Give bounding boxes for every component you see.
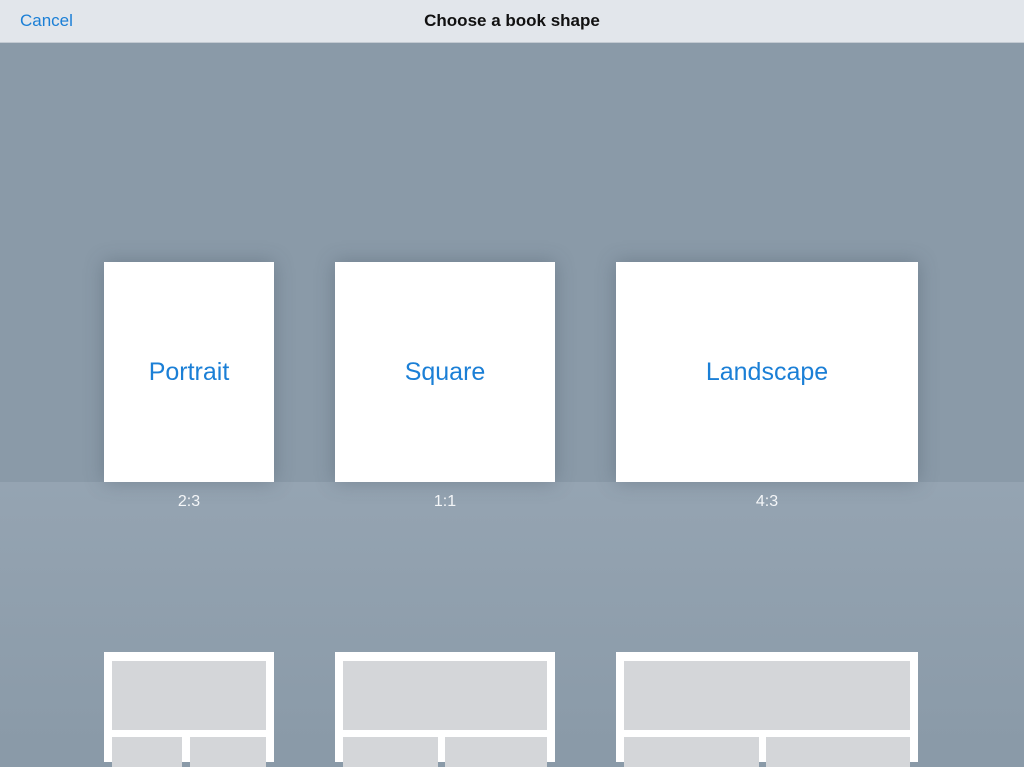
photo-placeholder bbox=[624, 737, 759, 767]
photo-placeholder bbox=[624, 661, 910, 730]
landscape-shape-card[interactable]: Landscape bbox=[616, 262, 918, 482]
landscape-layout-preview[interactable] bbox=[616, 652, 918, 767]
navigation-bar: Cancel Choose a book shape bbox=[0, 0, 1024, 43]
photo-placeholder bbox=[112, 737, 182, 767]
page-title: Choose a book shape bbox=[424, 11, 600, 30]
photo-placeholder bbox=[343, 737, 438, 767]
photo-placeholder bbox=[190, 737, 266, 767]
portrait-shape-card[interactable]: Portrait bbox=[104, 262, 274, 482]
photo-placeholder bbox=[445, 737, 547, 767]
landscape-label: Landscape bbox=[705, 357, 829, 386]
square-layout-preview[interactable] bbox=[335, 652, 555, 767]
portrait-layout-preview[interactable] bbox=[104, 652, 274, 767]
photo-placeholder bbox=[766, 737, 910, 767]
landscape-ratio-label: 4:3 bbox=[755, 493, 779, 510]
square-label: Square bbox=[404, 357, 486, 386]
square-shape-card[interactable]: Square bbox=[335, 262, 555, 482]
photo-placeholder bbox=[343, 661, 547, 730]
portrait-ratio-label: 2:3 bbox=[177, 493, 201, 510]
square-ratio-label: 1:1 bbox=[433, 493, 457, 510]
portrait-label: Portrait bbox=[148, 357, 230, 386]
photo-placeholder bbox=[112, 661, 266, 730]
